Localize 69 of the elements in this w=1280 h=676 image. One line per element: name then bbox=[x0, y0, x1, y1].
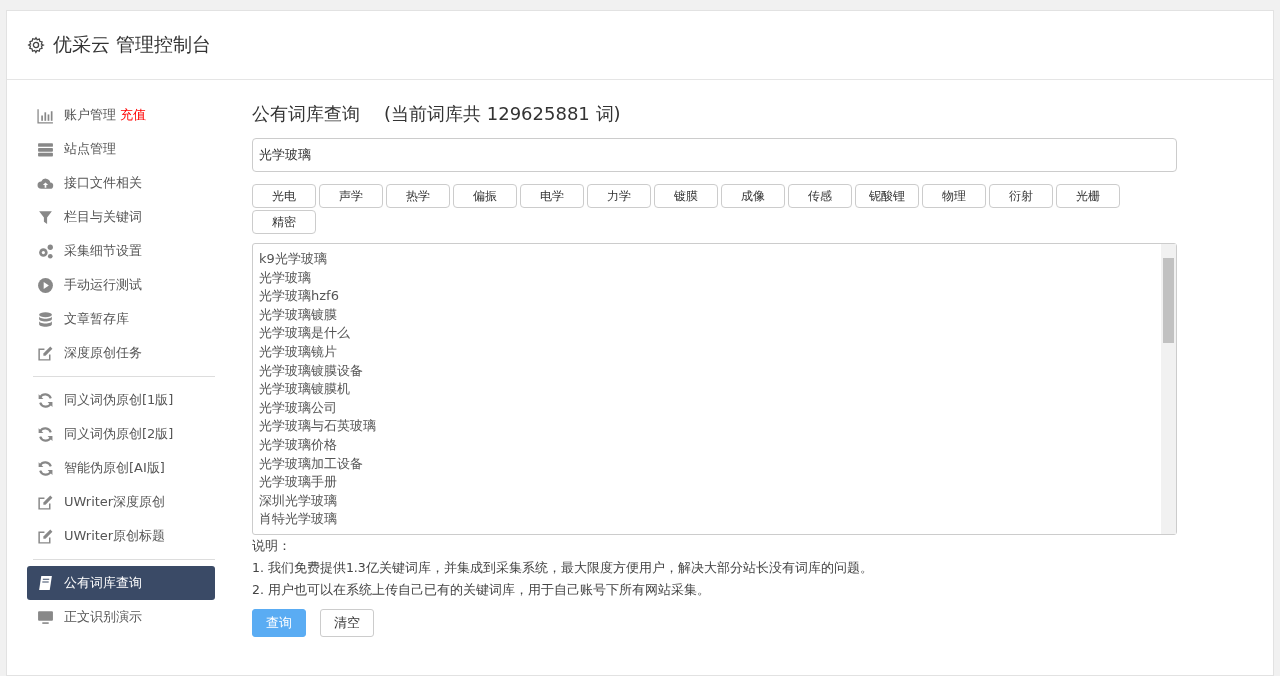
result-item[interactable]: 光学玻璃加工设备 bbox=[259, 454, 1155, 474]
bar-chart-icon bbox=[37, 106, 54, 124]
result-item[interactable]: 光学玻璃镀膜设备 bbox=[259, 361, 1155, 381]
category-button[interactable]: 镀膜 bbox=[654, 184, 718, 208]
play-icon bbox=[37, 276, 54, 294]
console-title: 优采云 管理控制台 bbox=[53, 32, 212, 57]
result-item[interactable]: 光学玻璃与石英玻璃 bbox=[259, 417, 1155, 436]
server-icon bbox=[37, 140, 54, 158]
result-item[interactable]: 光学玻璃hzf6 bbox=[259, 287, 1155, 306]
settings-icon bbox=[27, 36, 45, 54]
category-button[interactable]: 成像 bbox=[721, 184, 785, 208]
notes-heading: 说明： bbox=[252, 537, 292, 555]
category-button[interactable]: 衍射 bbox=[989, 184, 1053, 208]
refresh-icon bbox=[37, 459, 54, 477]
recharge-link[interactable]: 充值 bbox=[120, 106, 146, 124]
category-button[interactable]: 声学 bbox=[319, 184, 383, 208]
search-field[interactable]: 光学玻璃 bbox=[252, 138, 1177, 172]
result-item[interactable]: 光学玻璃镜片 bbox=[259, 342, 1155, 362]
edit-icon bbox=[37, 493, 54, 511]
category-button[interactable]: 传感 bbox=[788, 184, 852, 208]
refresh-icon bbox=[37, 425, 54, 443]
sidebar-item[interactable]: 站点管理 bbox=[27, 132, 215, 166]
note-text: 2. 用户也可以在系统上传自己已有的关键词库，用于自己账号下所有网站采集。 bbox=[252, 581, 711, 599]
sidebar-item[interactable]: 正文识别演示 bbox=[27, 600, 215, 634]
monitor-icon bbox=[37, 608, 54, 626]
sidebar-item[interactable]: UWriter深度原创 bbox=[27, 485, 215, 519]
category-button[interactable]: 电学 bbox=[520, 184, 584, 208]
sidebar-item[interactable]: 采集细节设置 bbox=[27, 234, 215, 268]
category-button[interactable]: 偏振 bbox=[453, 184, 517, 208]
category-button[interactable]: 光栅 bbox=[1056, 184, 1120, 208]
result-item[interactable]: 肖特光学玻璃 bbox=[259, 510, 1155, 529]
result-item[interactable]: 光学玻璃 bbox=[259, 268, 1155, 288]
sidebar-item[interactable]: 深度原创任务 bbox=[27, 336, 215, 370]
result-item[interactable]: 光学玻璃手册 bbox=[259, 473, 1155, 492]
edit-icon bbox=[37, 527, 54, 545]
refresh-icon bbox=[37, 391, 54, 409]
category-button[interactable]: 热学 bbox=[386, 184, 450, 208]
sidebar-item[interactable]: 文章暂存库 bbox=[27, 302, 215, 336]
results-list[interactable]: k9光学玻璃 光学玻璃 光学玻璃hzf6 光学玻璃镀膜 光学玻璃是什么 光学玻璃镜片 光学玻璃镀膜设备 光学玻璃镀膜机 光学玻璃公司 光学玻璃与石英玻璃 光学玻璃价格 光学玻璃加工设备 光学玻璃手册 深圳光学玻璃 肖特光学玻璃 bbox=[252, 243, 1177, 535]
sidebar-item[interactable]: 公有词库查询 bbox=[27, 566, 215, 600]
database-icon bbox=[37, 310, 54, 328]
result-item[interactable]: 光学玻璃价格 bbox=[259, 435, 1155, 455]
note-text: 1. 我们免费提供1.3亿关键词库，并集成到采集系统，最大限度方便用户，解决大部分站长没有词库的问题。 bbox=[252, 559, 874, 577]
category-button[interactable]: 力学 bbox=[587, 184, 651, 208]
result-item[interactable]: 光学玻璃镀膜 bbox=[259, 305, 1155, 325]
category-button[interactable]: 物理 bbox=[922, 184, 986, 208]
result-item[interactable]: 光学玻璃是什么 bbox=[259, 324, 1155, 343]
category-button[interactable]: 铌酸锂 bbox=[855, 184, 919, 208]
category-button[interactable]: 光电 bbox=[252, 184, 316, 208]
clear-button[interactable]: 清空 bbox=[320, 609, 374, 637]
result-item[interactable]: 光学玻璃公司 bbox=[259, 398, 1155, 418]
sidebar-item[interactable]: 智能伪原创[AI版] bbox=[27, 451, 215, 485]
filter-icon bbox=[37, 208, 54, 226]
edit-icon bbox=[37, 344, 54, 362]
sidebar-item[interactable]: 栏目与关键词 bbox=[27, 200, 215, 234]
sidebar-item[interactable]: 同义词伪原创[2版] bbox=[27, 417, 215, 451]
book-icon bbox=[37, 574, 54, 592]
page-title: 公有词库查询 bbox=[252, 102, 360, 126]
sidebar-item[interactable]: 同义词伪原创[1版] bbox=[27, 383, 215, 417]
sidebar-item[interactable]: 手动运行测试 bbox=[27, 268, 215, 302]
result-item[interactable]: k9光学玻璃 bbox=[259, 250, 1155, 269]
sidebar-item[interactable]: 接口文件相关 bbox=[27, 166, 215, 200]
sidebar-item[interactable]: UWriter原创标题 bbox=[27, 519, 215, 553]
result-item[interactable]: 光学玻璃镀膜机 bbox=[259, 380, 1155, 399]
gears-icon bbox=[37, 242, 54, 260]
result-item[interactable]: 深圳光学玻璃 bbox=[259, 491, 1155, 511]
category-button[interactable]: 精密 bbox=[252, 210, 316, 234]
word-count: (当前词库共 129625881 词) bbox=[384, 102, 621, 126]
sidebar-item[interactable]: 账户管理 充值 bbox=[27, 98, 215, 132]
